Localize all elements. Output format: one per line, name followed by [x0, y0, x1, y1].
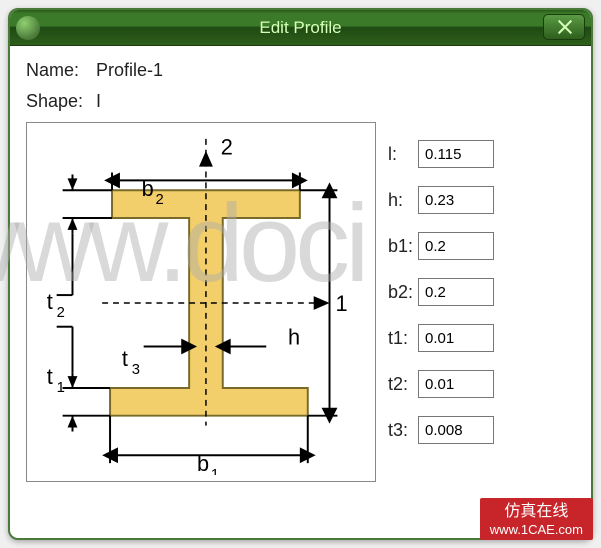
parameter-fields: l: h: b1: b2: t1:: [388, 122, 575, 482]
t3-label: t: [122, 346, 128, 371]
field-h: h:: [388, 186, 575, 214]
input-b1[interactable]: [418, 232, 494, 260]
h-label: h: [288, 325, 300, 350]
label-h: h:: [388, 190, 418, 211]
b2-label: b: [142, 176, 154, 201]
t2-label: t: [47, 289, 53, 314]
svg-text:2: 2: [57, 305, 65, 321]
label-b2: b2:: [388, 282, 418, 303]
window-title: Edit Profile: [259, 18, 341, 37]
field-t1: t1:: [388, 324, 575, 352]
svg-text:1: 1: [211, 467, 219, 475]
profile-diagram: 2 1 b 2 b 1: [26, 122, 376, 482]
shape-value: I: [96, 91, 101, 112]
b1-label: b: [197, 451, 209, 475]
t1-label: t: [47, 364, 53, 389]
name-row: Name: Profile-1: [26, 60, 575, 81]
input-b2[interactable]: [418, 278, 494, 306]
titlebar: Edit Profile: [10, 10, 591, 46]
label-t3: t3:: [388, 420, 418, 441]
field-b2: b2:: [388, 278, 575, 306]
field-b1: b1:: [388, 232, 575, 260]
shape-row: Shape: I: [26, 91, 575, 112]
label-t2: t2:: [388, 374, 418, 395]
field-t3: t3:: [388, 416, 575, 444]
close-button[interactable]: [543, 14, 585, 40]
source-badge: 仿真在线 www.1CAE.com: [480, 498, 593, 540]
input-t3[interactable]: [418, 416, 494, 444]
badge-line2: www.1CAE.com: [490, 522, 583, 538]
label-b1: b1:: [388, 236, 418, 257]
label-l: l:: [388, 144, 418, 165]
name-value: Profile-1: [96, 60, 163, 81]
content-area: Name: Profile-1 Shape: I: [10, 46, 591, 496]
axis1-label: 1: [335, 291, 347, 316]
badge-line1: 仿真在线: [490, 502, 583, 522]
shape-label: Shape:: [26, 91, 96, 112]
dialog-window: Edit Profile Name: Profile-1 Shape: I: [8, 8, 593, 540]
input-t1[interactable]: [418, 324, 494, 352]
profile-svg: 2 1 b 2 b 1: [31, 129, 371, 475]
label-t1: t1:: [388, 328, 418, 349]
axis2-label: 2: [221, 135, 233, 160]
name-label: Name:: [26, 60, 96, 81]
input-t2[interactable]: [418, 370, 494, 398]
svg-text:3: 3: [132, 362, 140, 378]
field-t2: t2:: [388, 370, 575, 398]
app-icon: [16, 16, 40, 40]
field-l: l:: [388, 140, 575, 168]
svg-text:1: 1: [57, 380, 65, 396]
svg-text:2: 2: [156, 192, 164, 208]
input-l[interactable]: [418, 140, 494, 168]
input-h[interactable]: [418, 186, 494, 214]
